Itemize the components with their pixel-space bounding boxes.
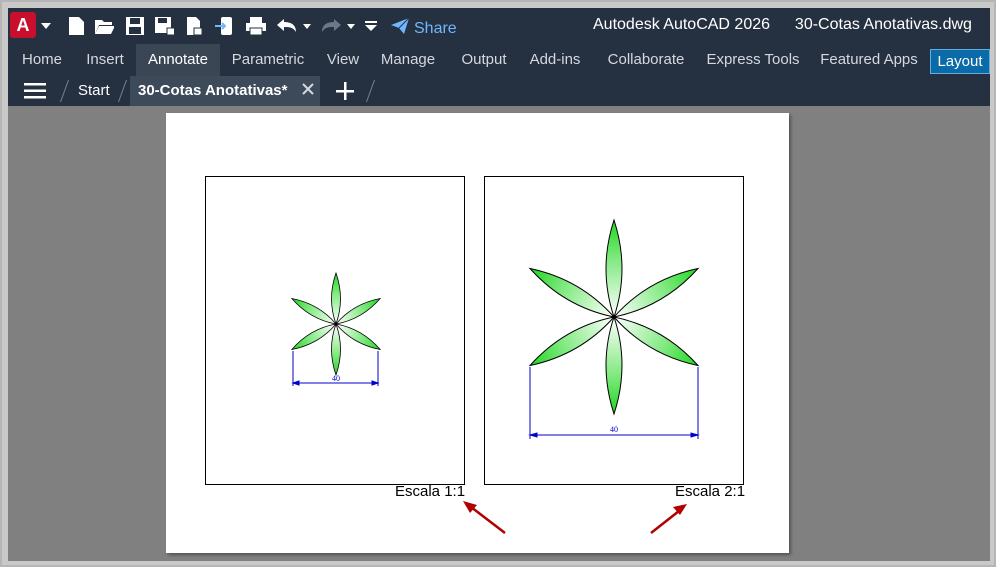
new-file-icon[interactable] — [66, 16, 86, 36]
file-title: 30-Cotas Anotativas.dwg — [794, 16, 972, 33]
tab-annotate[interactable]: Annotate — [136, 44, 220, 76]
red-arrow-1 — [463, 501, 506, 534]
dimension-text-small: 40 — [332, 374, 340, 383]
title-bar: A Share Autodesk AutoCAD 2026 30-Cotas A… — [8, 8, 990, 44]
tab-layout[interactable]: Layout — [930, 49, 990, 74]
share-label: Share — [414, 19, 457, 37]
plot-file-icon[interactable] — [184, 16, 204, 36]
file-tab-bar: Start 30-Cotas Anotativas* — [8, 76, 990, 106]
open-folder-icon[interactable] — [94, 16, 114, 36]
app-title: Autodesk AutoCAD 2026 — [593, 16, 771, 33]
tab-collaborate[interactable]: Collaborate — [600, 44, 692, 76]
redo-icon[interactable] — [320, 16, 342, 36]
viewport-2[interactable]: 40 — [484, 176, 744, 485]
tab-parametric[interactable]: Parametric — [224, 44, 312, 76]
save-icon[interactable] — [125, 16, 145, 36]
app-menu-dropdown-icon[interactable] — [40, 16, 52, 36]
menu-hamburger-icon[interactable] — [24, 82, 46, 105]
tab-output[interactable]: Output — [454, 44, 514, 76]
tab-drawing[interactable]: 30-Cotas Anotativas* — [130, 76, 320, 106]
save-as-icon[interactable] — [154, 16, 174, 36]
tab-start[interactable]: Start — [78, 76, 110, 106]
undo-icon[interactable] — [276, 16, 298, 36]
print-icon[interactable] — [244, 16, 268, 36]
tab-featured-apps[interactable]: Featured Apps — [814, 44, 924, 76]
tab-add-ins[interactable]: Add-ins — [524, 44, 586, 76]
window-title: Autodesk AutoCAD 2026 30-Cotas Anotativa… — [593, 16, 972, 34]
tab-view[interactable]: View — [318, 44, 368, 76]
share-button[interactable]: Share — [390, 17, 457, 40]
tab-separator — [59, 80, 70, 102]
flower-large — [528, 218, 700, 416]
ribbon-tabs: Home Insert Annotate Parametric View Man… — [8, 44, 990, 76]
tab-express-tools[interactable]: Express Tools — [704, 44, 802, 76]
tab-home[interactable]: Home — [10, 44, 74, 76]
flower-drawing-large: 40 — [528, 218, 700, 439]
flower-drawing-small: 40 — [290, 271, 382, 386]
tab-separator — [117, 80, 128, 102]
dimension-text-large: 40 — [610, 425, 618, 434]
new-tab-plus-icon[interactable] — [336, 82, 354, 105]
autocad-logo[interactable]: A — [10, 12, 36, 38]
tab-insert[interactable]: Insert — [76, 44, 134, 76]
tab-separator — [365, 80, 376, 102]
paper-plane-icon — [390, 17, 410, 40]
scale-label-1: Escala 1:1 — [395, 483, 466, 500]
close-icon[interactable] — [302, 76, 314, 106]
tab-drawing-label: 30-Cotas Anotativas* — [138, 82, 288, 99]
red-arrow-2 — [650, 504, 687, 534]
redo-dropdown-icon[interactable] — [346, 16, 356, 36]
layout-paper[interactable]: 40 Escala 1:1 40 Escala 2:1 — [166, 113, 789, 553]
viewport-1[interactable]: 40 — [205, 176, 465, 485]
customize-toolbar-icon[interactable] — [364, 16, 378, 36]
share-drawing-icon[interactable] — [214, 16, 234, 36]
undo-dropdown-icon[interactable] — [302, 16, 312, 36]
tab-manage[interactable]: Manage — [376, 44, 440, 76]
flower-small — [290, 271, 382, 377]
scale-label-2: Escala 2:1 — [675, 483, 746, 500]
